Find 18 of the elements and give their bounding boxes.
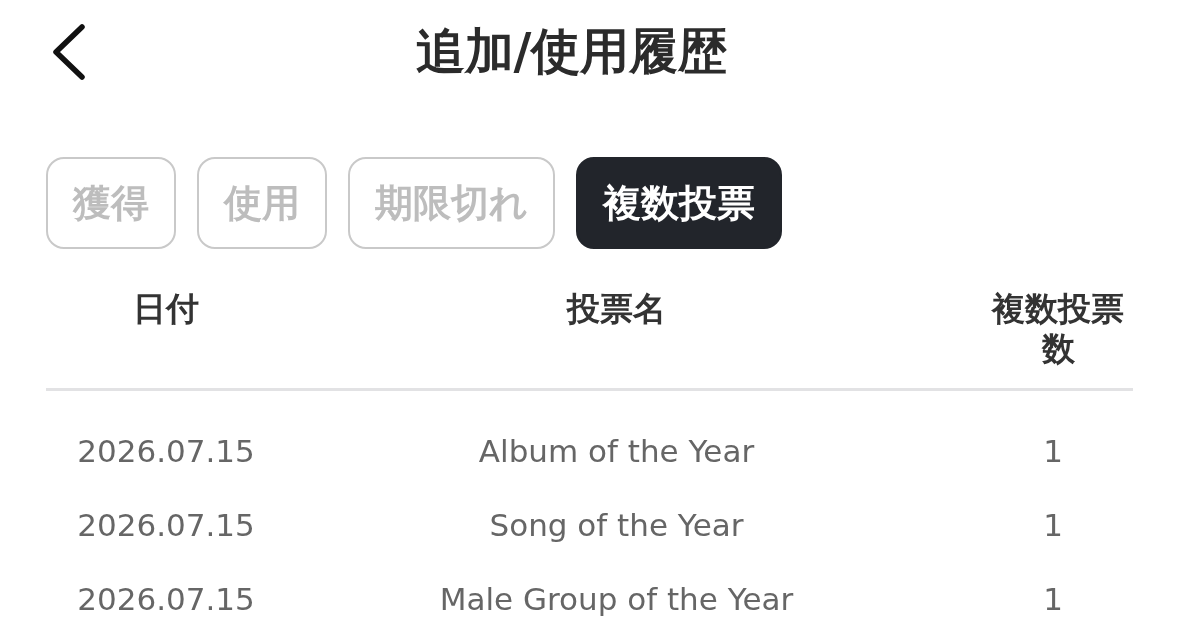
column-header: 複数投票数: [990, 289, 1125, 369]
filter-tab[interactable]: 複数投票: [576, 157, 782, 249]
filter-tab[interactable]: 獲得: [46, 157, 176, 249]
table-cell-text: 1: [1043, 506, 1063, 546]
table-cell-text: Album of the Year: [478, 432, 755, 472]
filter-tab[interactable]: 使用: [197, 157, 327, 249]
page-title: 追加/使用履歴: [415, 22, 728, 82]
table-cell-text: 2026.07.15: [77, 506, 255, 546]
column-header: 投票名: [567, 289, 666, 329]
filter-tab[interactable]: 期限切れ: [348, 157, 555, 249]
column-header: 日付: [133, 289, 199, 329]
table-cell-text: 2026.07.15: [77, 432, 255, 472]
chevron-left-icon: [51, 24, 87, 80]
table-cell-text: 2026.07.15: [77, 580, 255, 620]
table-cell-text: 1: [1043, 432, 1063, 472]
table-cell-text: Song of the Year: [489, 506, 744, 546]
table-cell-text: Male Group of the Year: [439, 580, 794, 620]
table-cell-text: 1: [1043, 580, 1063, 620]
